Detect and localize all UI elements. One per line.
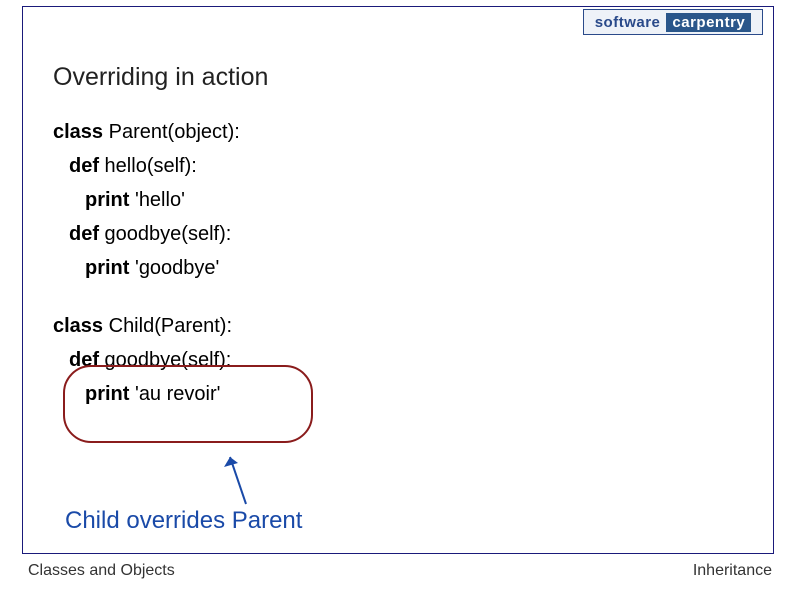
override-note: Child overrides Parent (65, 507, 302, 535)
slide-title: Overriding in action (53, 63, 268, 92)
code-line-parent-class: class Parent(object): (53, 115, 240, 149)
logo-word-carpentry: carpentry (666, 13, 751, 32)
code-line-child-class: class Child(Parent): (53, 309, 240, 343)
code-gap (53, 285, 240, 309)
software-carpentry-logo: software carpentry (583, 9, 763, 35)
code-line-parent-goodbye-body: print 'goodbye' (53, 251, 240, 285)
logo-word-software: software (595, 14, 661, 31)
arrow-icon (218, 449, 258, 509)
code-line-parent-hello-body: print 'hello' (53, 183, 240, 217)
footer-left: Classes and Objects (28, 562, 175, 580)
highlight-oval (63, 365, 313, 443)
slide-frame: software carpentry Overriding in action … (22, 6, 774, 554)
footer-right: Inheritance (693, 562, 772, 580)
code-line-parent-goodbye-def: def goodbye(self): (53, 217, 240, 251)
code-line-parent-hello-def: def hello(self): (53, 149, 240, 183)
